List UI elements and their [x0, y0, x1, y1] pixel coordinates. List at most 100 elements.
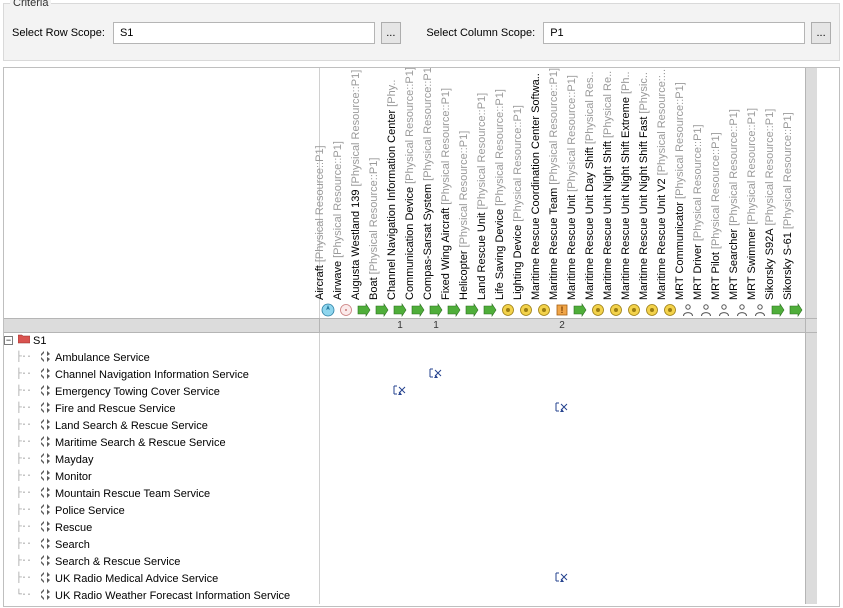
matrix-cell[interactable]: [535, 502, 553, 519]
matrix-cell[interactable]: [769, 332, 787, 349]
matrix-cell[interactable]: [391, 349, 409, 366]
matrix-cell[interactable]: [787, 400, 805, 417]
matrix-cell[interactable]: [787, 468, 805, 485]
matrix-cell[interactable]: [553, 485, 571, 502]
matrix-cell[interactable]: [337, 485, 355, 502]
matrix-cell[interactable]: [589, 587, 607, 604]
matrix-cell[interactable]: [589, 417, 607, 434]
matrix-cell[interactable]: [499, 519, 517, 536]
matrix-cell[interactable]: [733, 400, 751, 417]
matrix-cell[interactable]: [787, 587, 805, 604]
matrix-cell[interactable]: [571, 434, 589, 451]
matrix-cell[interactable]: [499, 553, 517, 570]
matrix-cell[interactable]: [499, 485, 517, 502]
matrix-cell[interactable]: [427, 451, 445, 468]
matrix-cell[interactable]: [427, 587, 445, 604]
matrix-cell[interactable]: [337, 366, 355, 383]
matrix-cell[interactable]: [517, 332, 535, 349]
matrix-cell[interactable]: [661, 485, 679, 502]
matrix-cell[interactable]: [571, 502, 589, 519]
matrix-cell[interactable]: [319, 485, 337, 502]
matrix-cell[interactable]: [643, 400, 661, 417]
matrix-cell[interactable]: [553, 434, 571, 451]
matrix-cell[interactable]: [409, 519, 427, 536]
matrix-cell[interactable]: [589, 536, 607, 553]
matrix-cell[interactable]: [445, 383, 463, 400]
matrix-cell[interactable]: [679, 519, 697, 536]
matrix-cell[interactable]: [319, 366, 337, 383]
matrix-cell[interactable]: [589, 400, 607, 417]
matrix-cell[interactable]: [679, 383, 697, 400]
matrix-cell[interactable]: [409, 536, 427, 553]
tree-child-row[interactable]: ├··Ambulance Service: [4, 349, 319, 366]
matrix-cell[interactable]: [751, 400, 769, 417]
matrix-cell[interactable]: [679, 570, 697, 587]
matrix-cell[interactable]: [607, 468, 625, 485]
matrix-cell[interactable]: [373, 587, 391, 604]
matrix-cell[interactable]: [787, 502, 805, 519]
matrix-cell[interactable]: [571, 417, 589, 434]
matrix-cell[interactable]: [625, 400, 643, 417]
tree-child-row[interactable]: ├··Monitor: [4, 468, 319, 485]
matrix-cell[interactable]: [553, 451, 571, 468]
tree-root-row[interactable]: −S1: [4, 332, 319, 349]
matrix-cell[interactable]: [427, 519, 445, 536]
matrix-cell[interactable]: [697, 485, 715, 502]
matrix-cell[interactable]: [319, 519, 337, 536]
matrix-cell[interactable]: [769, 400, 787, 417]
matrix-cell[interactable]: [445, 570, 463, 587]
matrix-cell[interactable]: [463, 434, 481, 451]
matrix-cell[interactable]: [589, 451, 607, 468]
matrix-cell[interactable]: [589, 366, 607, 383]
matrix-cell[interactable]: [481, 485, 499, 502]
matrix-cell[interactable]: [607, 417, 625, 434]
matrix-cell[interactable]: [679, 332, 697, 349]
matrix-cell[interactable]: [463, 366, 481, 383]
matrix-cell[interactable]: [643, 536, 661, 553]
matrix-cell[interactable]: [535, 485, 553, 502]
matrix-cell[interactable]: [625, 417, 643, 434]
matrix-cell[interactable]: [427, 400, 445, 417]
matrix-cell[interactable]: [787, 349, 805, 366]
matrix-cell[interactable]: [445, 502, 463, 519]
matrix-cell[interactable]: [697, 434, 715, 451]
matrix-cell[interactable]: [499, 434, 517, 451]
matrix-cell[interactable]: [679, 349, 697, 366]
tree-child-row[interactable]: ├··Fire and Rescue Service: [4, 400, 319, 417]
matrix-cell[interactable]: [607, 434, 625, 451]
matrix-cell[interactable]: [391, 451, 409, 468]
matrix-cell[interactable]: [517, 400, 535, 417]
matrix-cell[interactable]: [589, 332, 607, 349]
matrix-cell[interactable]: [463, 383, 481, 400]
matrix-cell[interactable]: [661, 434, 679, 451]
matrix-cell[interactable]: [607, 383, 625, 400]
matrix-cell[interactable]: [337, 434, 355, 451]
matrix-cell[interactable]: [751, 332, 769, 349]
matrix-cell[interactable]: [499, 366, 517, 383]
matrix-cell[interactable]: [679, 502, 697, 519]
tree-child-row[interactable]: ├··Police Service: [4, 502, 319, 519]
matrix-cell[interactable]: [625, 485, 643, 502]
matrix-cell[interactable]: [499, 417, 517, 434]
matrix-cell[interactable]: [787, 332, 805, 349]
matrix-cell[interactable]: [733, 536, 751, 553]
matrix-cell[interactable]: [535, 536, 553, 553]
matrix-cell[interactable]: [337, 332, 355, 349]
matrix-cell[interactable]: [697, 587, 715, 604]
matrix-cell[interactable]: [391, 587, 409, 604]
matrix-cell[interactable]: [715, 366, 733, 383]
matrix-cell[interactable]: [499, 587, 517, 604]
matrix-cell[interactable]: [625, 570, 643, 587]
matrix-cell[interactable]: [337, 587, 355, 604]
matrix-cell[interactable]: [787, 383, 805, 400]
matrix-cell[interactable]: [427, 468, 445, 485]
matrix-cell[interactable]: [409, 434, 427, 451]
matrix-cell[interactable]: [427, 417, 445, 434]
matrix-cell[interactable]: [643, 417, 661, 434]
matrix-cell[interactable]: [661, 349, 679, 366]
matrix-cell[interactable]: [535, 519, 553, 536]
matrix-cell[interactable]: [625, 434, 643, 451]
matrix-cell[interactable]: [517, 383, 535, 400]
matrix-cell[interactable]: [337, 468, 355, 485]
matrix-cell[interactable]: [553, 383, 571, 400]
